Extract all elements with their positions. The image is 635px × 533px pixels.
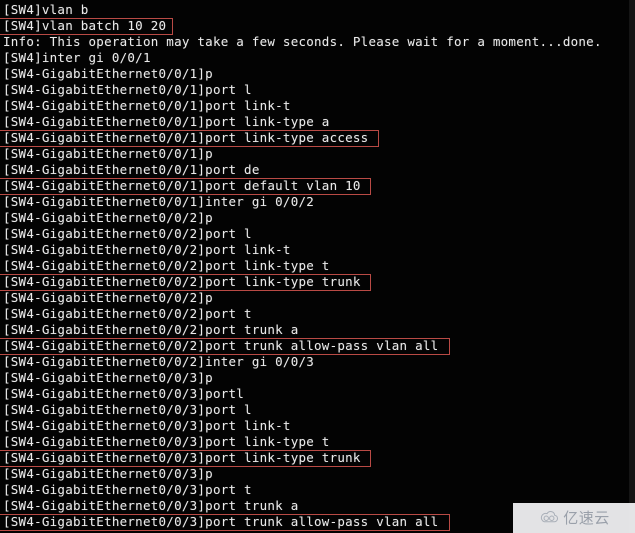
console-line-highlighted: [SW4-GigabitEthernet0/0/2]port trunk all… bbox=[0, 338, 635, 355]
console-line-highlighted: [SW4-GigabitEthernet0/0/1]port link-type… bbox=[0, 130, 635, 147]
console-line: [SW4-GigabitEthernet0/0/2]port t bbox=[3, 306, 252, 321]
console-line-highlighted: [SW4]vlan batch 10 20 bbox=[0, 18, 635, 35]
console-line: [SW4-GigabitEthernet0/0/1]port l bbox=[3, 82, 252, 97]
console-line: [SW4-GigabitEthernet0/0/1]port link-type… bbox=[3, 114, 330, 129]
console-line: [SW4-GigabitEthernet0/0/3]port link-t bbox=[3, 418, 291, 433]
console-line: [SW4-GigabitEthernet0/0/2]port link-type… bbox=[3, 258, 330, 273]
console-line: [SW4-GigabitEthernet0/0/2]port link-t bbox=[3, 242, 291, 257]
console-line: [SW4-GigabitEthernet0/0/3]portl bbox=[3, 386, 245, 401]
console-line: [SW4-GigabitEthernet0/0/1]port de bbox=[3, 162, 260, 177]
console-line: Info: This operation may take a few seco… bbox=[3, 34, 602, 49]
console-line: [SW4-GigabitEthernet0/0/2]p bbox=[3, 290, 213, 305]
console-line: [SW4-GigabitEthernet0/0/3]p bbox=[3, 370, 213, 385]
console-line: [SW4]vlan b bbox=[3, 2, 89, 17]
console-line-highlighted: [SW4-GigabitEthernet0/0/1]port default v… bbox=[0, 178, 635, 195]
console-line: [SW4-GigabitEthernet0/0/3]port l bbox=[3, 402, 252, 417]
console-output: [SW4]vlan b [SW4]vlan batch 10 20 Info: Th… bbox=[0, 0, 635, 531]
console-line: [SW4-GigabitEthernet0/0/1]inter gi 0/0/2 bbox=[3, 194, 315, 209]
console-line: [SW4-GigabitEthernet0/0/2]port trunk a bbox=[3, 322, 299, 337]
console-line-highlighted: [SW4-GigabitEthernet0/0/3]port link-type… bbox=[0, 450, 635, 467]
console-line: [SW4-GigabitEthernet0/0/1]p bbox=[3, 146, 213, 161]
console-line: [SW4-GigabitEthernet0/0/2]inter gi 0/0/3 bbox=[3, 354, 315, 369]
console-line: [SW4-GigabitEthernet0/0/2]p bbox=[3, 210, 213, 225]
console-line: [SW4-GigabitEthernet0/0/3]p bbox=[3, 466, 213, 481]
watermark: 亿速云 bbox=[513, 503, 635, 533]
console-line: [SW4-GigabitEthernet0/0/2]port l bbox=[3, 226, 252, 241]
terminal-window[interactable]: [SW4]vlan b [SW4]vlan batch 10 20 Info: Th… bbox=[0, 0, 635, 533]
cloud-icon bbox=[541, 511, 559, 523]
console-line: [SW4-GigabitEthernet0/0/1]p bbox=[3, 66, 213, 81]
watermark-text: 亿速云 bbox=[563, 509, 610, 527]
console-line-highlighted: [SW4-GigabitEthernet0/0/2]port link-type… bbox=[0, 274, 635, 291]
console-line: [SW4-GigabitEthernet0/0/3]port t bbox=[3, 482, 252, 497]
console-line: [SW4]inter gi 0/0/1 bbox=[3, 50, 151, 65]
console-line: [SW4-GigabitEthernet0/0/3]port link-type… bbox=[3, 434, 330, 449]
console-line: [SW4-GigabitEthernet0/0/1]port link-t bbox=[3, 98, 291, 113]
